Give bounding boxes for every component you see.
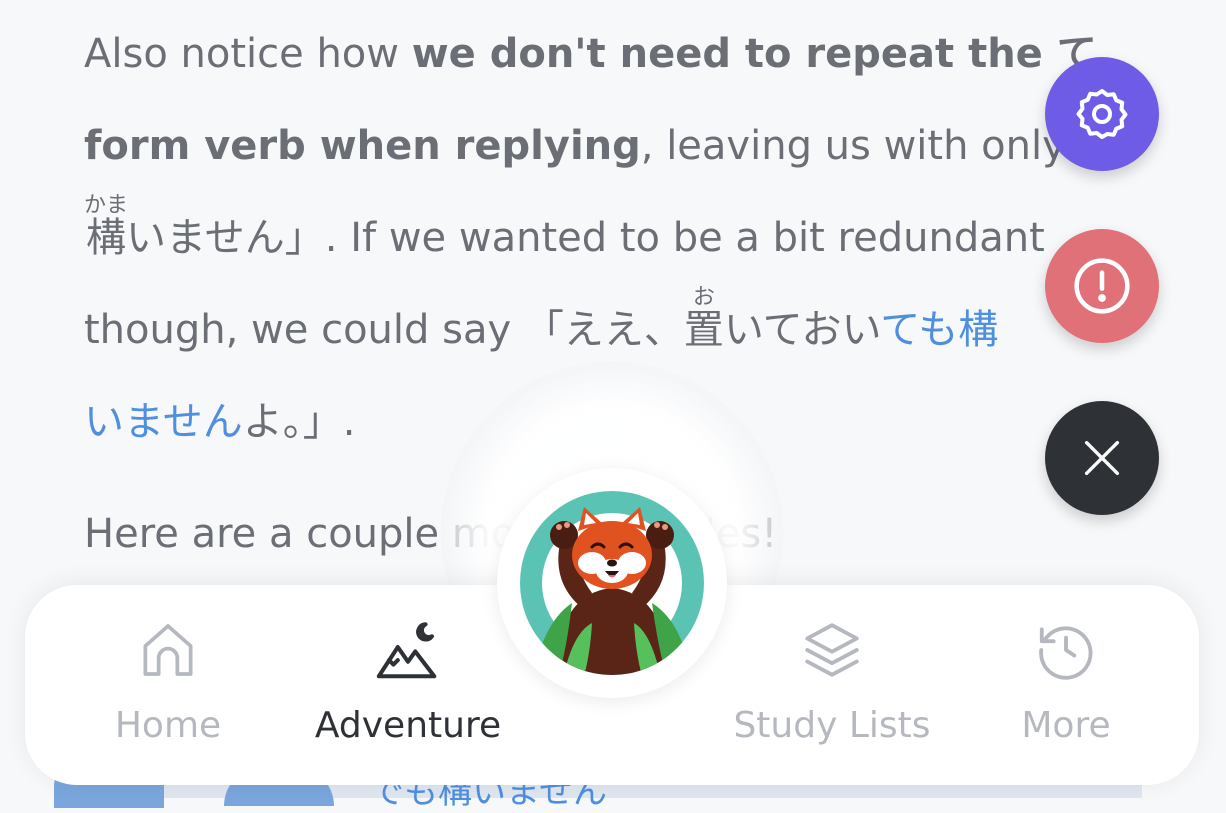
bold-text: form verb when replying — [84, 123, 641, 169]
bold-text: we don't need to repeat the — [411, 31, 1057, 77]
mountain-moon-icon — [376, 622, 437, 679]
gear-icon — [1076, 89, 1128, 139]
red-panda-mascot — [520, 491, 704, 675]
kanji: 構 — [84, 215, 128, 261]
text-span: よ。」. — [242, 399, 356, 445]
home-icon — [143, 624, 193, 676]
tab-label: Home — [114, 705, 222, 746]
tab-study-lists[interactable]: Study Lists — [717, 585, 947, 785]
tab-label: Study Lists — [733, 705, 931, 746]
highlight-link[interactable]: ても構 — [880, 307, 998, 353]
tab-label: Adventure — [314, 705, 502, 746]
close-icon — [1084, 440, 1120, 476]
furigana: お — [683, 285, 724, 310]
tab-home[interactable]: Home — [53, 585, 283, 785]
tab-adventure[interactable]: Adventure — [293, 585, 523, 785]
tab-more[interactable]: More — [951, 585, 1181, 785]
kanji: 置 — [683, 307, 724, 353]
alert-circle-icon — [1074, 258, 1130, 314]
tab-label: More — [1021, 705, 1111, 746]
text-span: いません」. If we wanted to be a bit redundan… — [126, 215, 1045, 261]
text-span: though, we could say 「ええ、 — [84, 307, 684, 353]
furigana-word: 構かま — [84, 193, 128, 261]
mascot-center-button[interactable] — [497, 468, 727, 698]
report-button[interactable] — [1045, 229, 1159, 343]
layers-icon — [805, 623, 859, 677]
text-span: いておい — [723, 307, 881, 353]
text-span: Also notice how — [84, 31, 412, 77]
settings-button[interactable] — [1045, 57, 1159, 171]
furigana: かま — [84, 193, 129, 218]
history-icon — [1039, 626, 1093, 680]
close-button[interactable] — [1045, 401, 1159, 515]
furigana-word: 置お — [683, 285, 724, 353]
highlight-link[interactable]: いません — [84, 399, 243, 445]
